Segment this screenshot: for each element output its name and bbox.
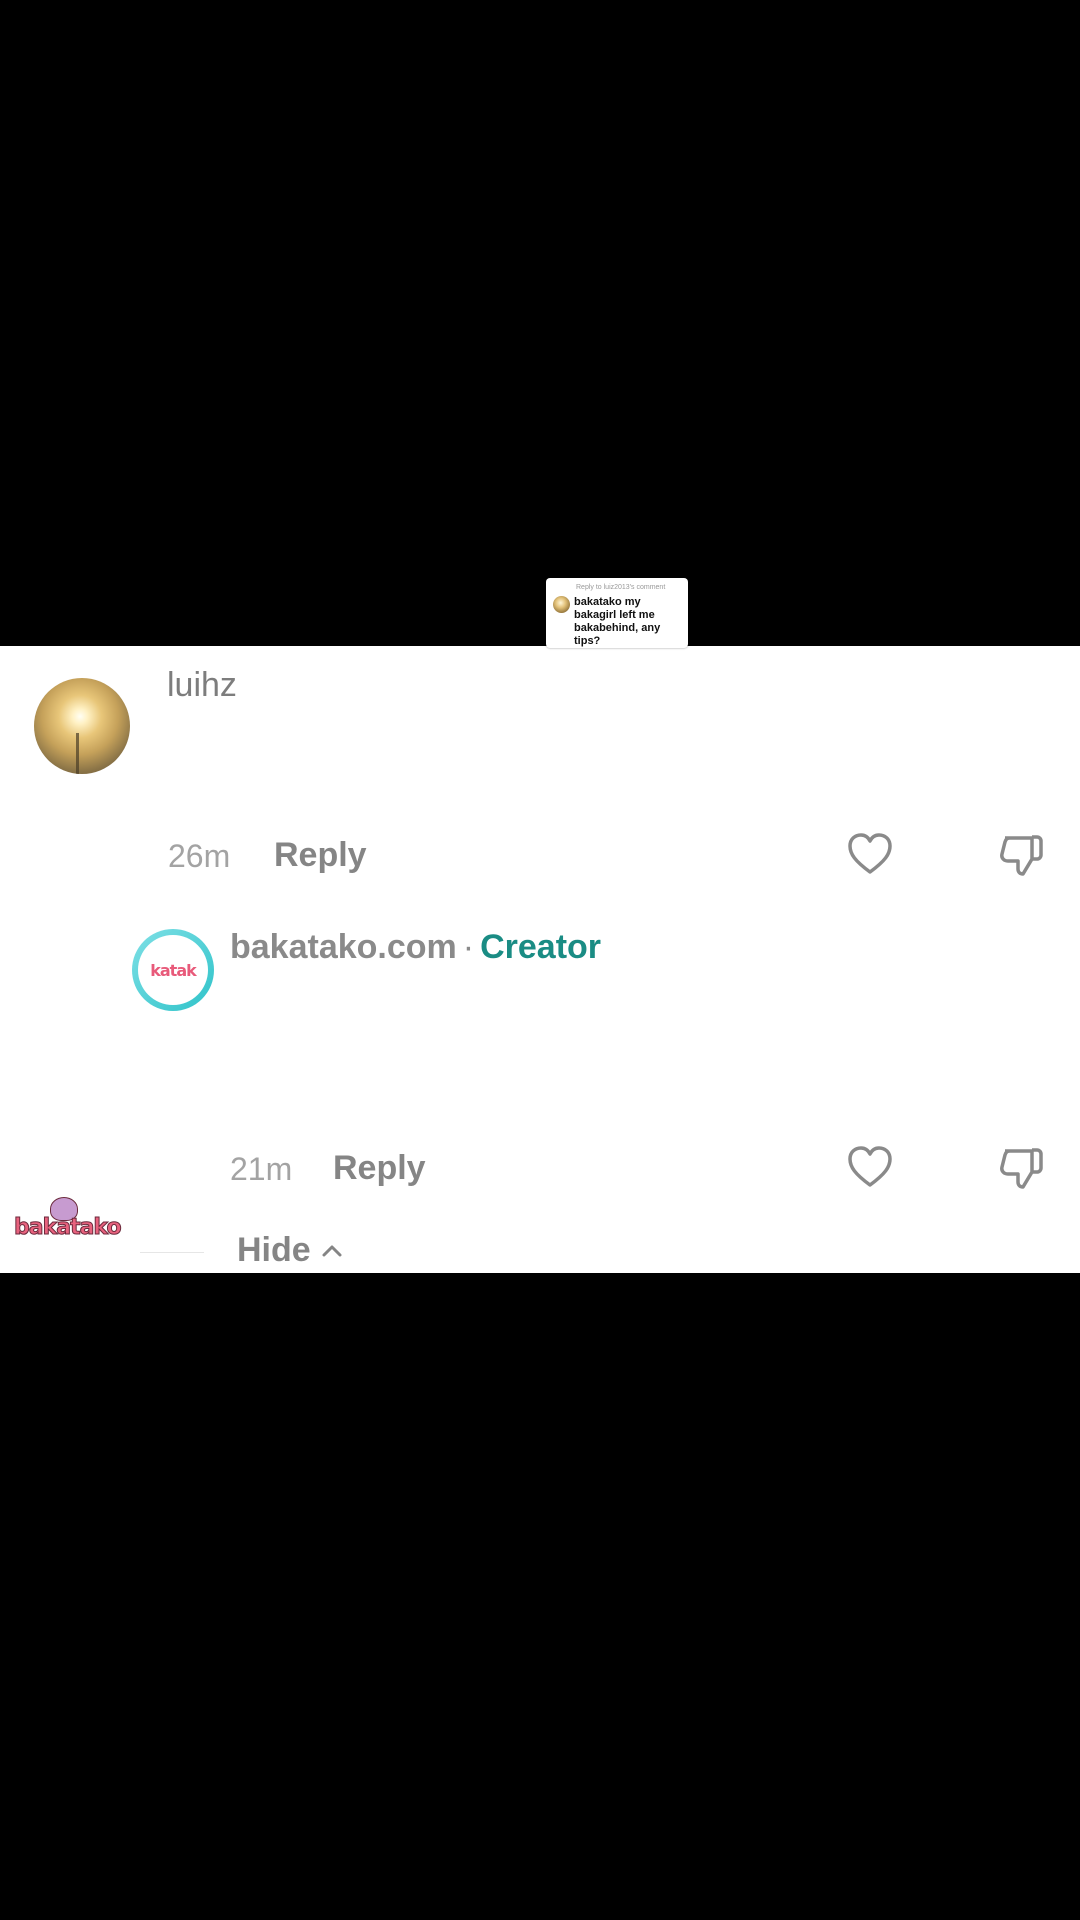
watermark-logo: bakatako: [12, 1197, 122, 1251]
thumbs-down-icon[interactable]: [996, 830, 1046, 880]
reply-button[interactable]: Reply: [274, 836, 367, 875]
chevron-up-icon: [322, 1245, 342, 1256]
video-frame: luihz 26m Reply katak bakatako.com · Creat…: [0, 0, 1080, 1920]
creator-header: bakatako.com · Creator: [230, 928, 601, 967]
sticker-avatar: [553, 596, 570, 613]
heart-outline-icon[interactable]: [845, 1143, 895, 1193]
hide-replies-button[interactable]: Hide: [237, 1231, 345, 1270]
thumbs-down-icon[interactable]: [996, 1143, 1046, 1193]
comment-panel: luihz 26m Reply katak bakatako.com · Creat…: [0, 646, 1080, 1273]
divider: [140, 1252, 204, 1253]
comment-timestamp: 21m: [230, 1151, 293, 1187]
reply-sticker: Reply to luiz2013's comment bakatako my …: [546, 578, 688, 648]
comment-timestamp: 26m: [168, 838, 231, 874]
comment-username[interactable]: luihz: [167, 666, 237, 705]
avatar[interactable]: [34, 678, 130, 774]
creator-logo: katak: [150, 960, 197, 980]
reply-button[interactable]: Reply: [333, 1149, 426, 1188]
comment-username[interactable]: bakatako.com: [230, 928, 457, 966]
hide-label: Hide: [237, 1231, 311, 1269]
creator-avatar[interactable]: katak: [132, 929, 214, 1011]
sticker-header: Reply to luiz2013's comment: [576, 584, 666, 591]
sticker-text: bakatako my bakagirl left me bakabehind,…: [574, 596, 661, 647]
creator-badge: Creator: [480, 928, 602, 966]
separator: ·: [462, 928, 475, 966]
heart-outline-icon[interactable]: [845, 830, 895, 880]
